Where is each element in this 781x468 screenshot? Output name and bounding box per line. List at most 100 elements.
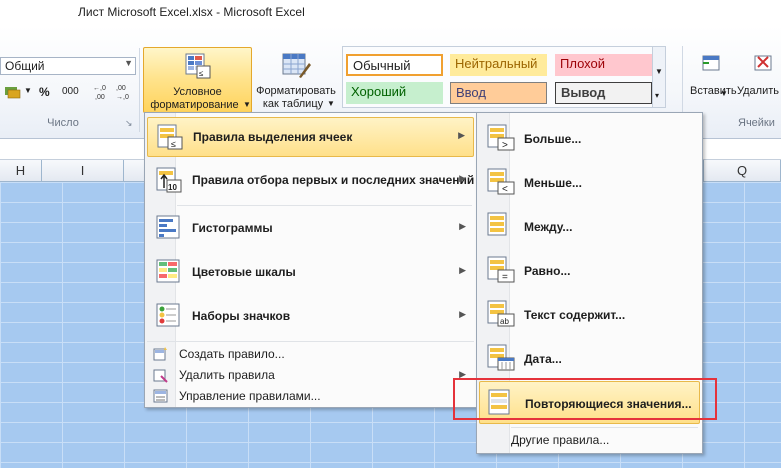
- between-icon: [486, 211, 516, 241]
- less-than-icon: <: [486, 167, 516, 197]
- icon-sets-icon: [155, 302, 183, 330]
- number-format-value: Общий: [5, 59, 45, 73]
- chevron-down-icon: ▼: [124, 58, 133, 68]
- submenu-item-equal-to[interactable]: = Равно...: [479, 249, 700, 292]
- column-header-q[interactable]: Q: [703, 160, 781, 181]
- submenu-label: Дата...: [524, 352, 562, 366]
- chevron-down-icon[interactable]: ▼: [24, 86, 32, 95]
- conditional-formatting-label-1: Условное: [173, 86, 222, 98]
- menu-item-top-bottom-rules[interactable]: 10 Правила отбора первых и последних зна…: [147, 161, 474, 201]
- data-bars-icon: [155, 214, 183, 242]
- submenu-item-text-contains[interactable]: ab Текст содержит...: [479, 293, 700, 336]
- chevron-down-icon[interactable]: ▼: [655, 67, 663, 76]
- conditional-formatting-button[interactable]: ≤ Условное форматирование ▼: [143, 47, 252, 113]
- insert-button[interactable]: Вставить: [690, 47, 740, 107]
- insert-icon: [700, 51, 724, 75]
- thousands-button[interactable]: 000: [62, 86, 79, 97]
- style-neutral[interactable]: Нейтральный: [450, 54, 547, 76]
- submenu-item-less-than[interactable]: < Меньше...: [479, 161, 700, 204]
- menu-label: Наборы значков: [192, 309, 291, 323]
- menu-item-color-scales[interactable]: Цветовые шкалы ▶: [147, 253, 474, 293]
- style-bad[interactable]: Плохой: [555, 54, 652, 76]
- menu-item-clear-rules[interactable]: Удалить правила ▶: [147, 365, 474, 385]
- menu-item-new-rule[interactable]: Создать правило...: [147, 344, 474, 364]
- more-icon[interactable]: ▾: [655, 91, 659, 100]
- chevron-down-icon: ▼: [327, 99, 335, 108]
- title-bar: Лист Microsoft Excel.xlsx - Microsoft Ex…: [0, 0, 781, 26]
- equal-to-icon: =: [486, 255, 516, 285]
- menu-item-icon-sets[interactable]: Наборы значков ▶: [147, 297, 474, 337]
- submenu-item-between[interactable]: Между...: [479, 205, 700, 248]
- svg-text:<: <: [502, 184, 508, 195]
- group-separator: [139, 48, 140, 132]
- chevron-right-icon: ▶: [459, 265, 466, 275]
- chevron-right-icon: ▶: [459, 221, 466, 231]
- style-good[interactable]: Хороший: [346, 82, 443, 104]
- chevron-right-icon: ▶: [459, 173, 466, 183]
- chevron-right-icon: ▶: [459, 309, 466, 319]
- submenu-label: Между...: [524, 220, 573, 234]
- chevron-right-icon: ▶: [458, 130, 465, 140]
- style-input[interactable]: Ввод: [450, 82, 547, 104]
- svg-text:≤: ≤: [199, 69, 204, 78]
- cell-styles-gallery: Обычный Нейтральный Плохой Хороший Ввод …: [342, 46, 666, 108]
- column-header-i[interactable]: I: [42, 160, 124, 181]
- column-header-h[interactable]: H: [0, 160, 42, 181]
- menu-separator: [511, 427, 698, 428]
- svg-text:10: 10: [168, 183, 177, 192]
- chevron-down-icon[interactable]: ▼: [720, 89, 728, 98]
- svg-text:=: =: [502, 272, 508, 283]
- menu-label: Удалить правила: [179, 368, 275, 382]
- gallery-scroll[interactable]: ▼ ▾: [652, 47, 665, 107]
- svg-text:≤: ≤: [171, 139, 176, 149]
- percent-button[interactable]: %: [39, 85, 50, 99]
- submenu-item-more-rules[interactable]: Другие правила...: [511, 433, 609, 447]
- menu-label: Цветовые шкалы: [192, 265, 296, 279]
- menu-item-manage-rules[interactable]: Управление правилами...: [147, 386, 474, 406]
- greater-than-icon: >: [486, 123, 516, 153]
- submenu-item-date[interactable]: Дата...: [479, 337, 700, 380]
- submenu-label: Больше...: [524, 132, 582, 146]
- top-bottom-rules-icon: 10: [155, 166, 183, 194]
- svg-text:,00: ,00: [95, 94, 105, 101]
- conditional-formatting-icon: ≤: [184, 52, 212, 80]
- delete-button[interactable]: Удалить: [737, 47, 781, 107]
- menu-item-highlight-cells-rules[interactable]: ≤ Правила выделения ячеек ▶: [147, 117, 474, 157]
- conditional-formatting-menu: ≤ Правила выделения ячеек ▶ 10 Правила о…: [144, 112, 477, 408]
- menu-item-data-bars[interactable]: Гистограммы ▶: [147, 209, 474, 249]
- svg-text:→,0: →,0: [116, 94, 129, 101]
- delete-icon: [752, 51, 776, 75]
- cells-group-label: Ячейки: [738, 117, 775, 129]
- dialog-launcher-icon[interactable]: ↘: [125, 118, 133, 129]
- number-format-combo[interactable]: Общий ▼: [0, 57, 136, 75]
- submenu-item-greater-than[interactable]: > Больше...: [479, 117, 700, 160]
- calendar-icon: [486, 343, 516, 373]
- svg-text:←,0: ←,0: [93, 85, 106, 92]
- window-title: Лист Microsoft Excel.xlsx - Microsoft Ex…: [78, 5, 305, 19]
- increase-decimal-button[interactable]: ←,0,00: [91, 82, 111, 102]
- svg-text:,00: ,00: [116, 85, 126, 92]
- delete-label: Удалить: [737, 85, 779, 97]
- color-scales-icon: [155, 258, 183, 286]
- submenu-label: Равно...: [524, 264, 571, 278]
- style-normal[interactable]: Обычный: [346, 54, 443, 76]
- text-contains-icon: ab: [486, 299, 516, 329]
- currency-icon[interactable]: [4, 84, 22, 100]
- annotation-highlight-box: [453, 378, 717, 420]
- format-as-table-button[interactable]: Форматировать как таблицу ▼: [253, 47, 339, 113]
- svg-text:ab: ab: [500, 317, 509, 326]
- conditional-formatting-label-2: форматирование: [150, 99, 239, 111]
- chevron-down-icon: ▼: [243, 100, 251, 109]
- manage-rules-icon: [153, 388, 169, 404]
- style-output[interactable]: Вывод: [555, 82, 652, 104]
- number-group-label: Число: [47, 117, 79, 129]
- menu-label: Создать правило...: [179, 347, 285, 361]
- submenu-label: Меньше...: [524, 176, 582, 190]
- svg-text:>: >: [502, 140, 508, 151]
- new-rule-icon: [153, 346, 169, 362]
- insert-label: Вставить: [690, 85, 737, 97]
- format-as-table-icon: [281, 51, 311, 79]
- decrease-decimal-button[interactable]: ,00 →,0: [114, 82, 134, 102]
- highlight-cells-rules-icon: ≤: [156, 123, 184, 151]
- menu-separator: [177, 205, 472, 206]
